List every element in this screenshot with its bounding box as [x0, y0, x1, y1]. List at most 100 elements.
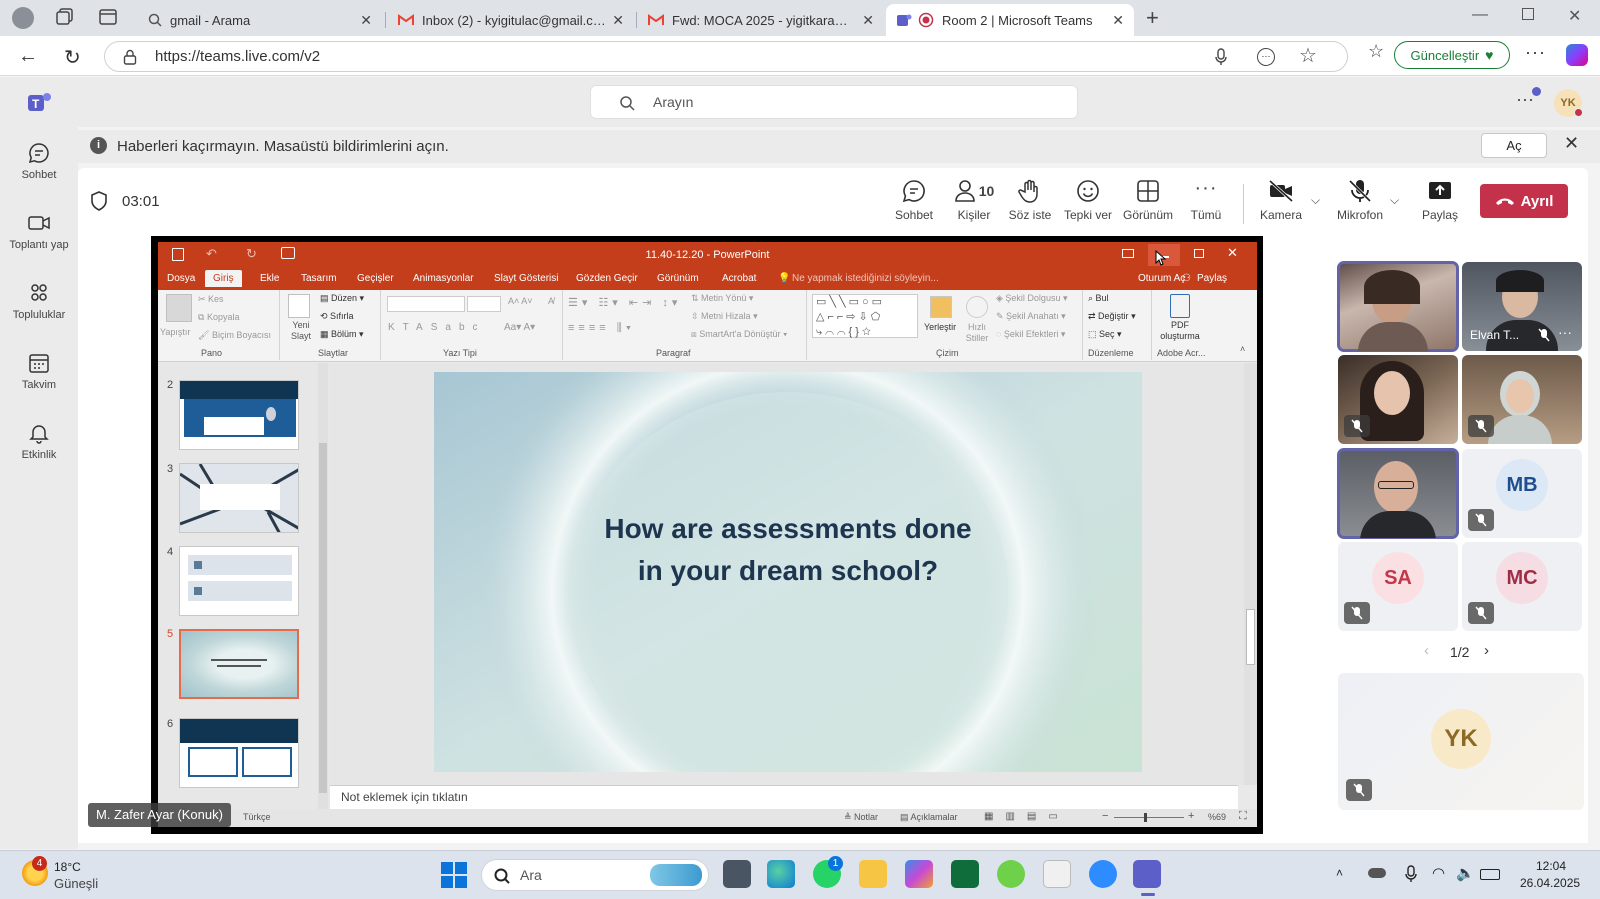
microphone-icon[interactable]: [1215, 48, 1227, 66]
participant-tile[interactable]: MB: [1462, 449, 1582, 538]
refresh-icon[interactable]: ↻: [64, 45, 81, 70]
participant-tile[interactable]: SA: [1338, 542, 1458, 631]
star-icon[interactable]: ☆: [1299, 43, 1317, 68]
font-size-field[interactable]: [467, 296, 501, 312]
zoom-slider[interactable]: [1114, 813, 1184, 822]
participant-tile[interactable]: MC: [1462, 542, 1582, 631]
slide-scrollbar[interactable]: [1244, 363, 1257, 785]
close-tab-icon[interactable]: ✕: [612, 12, 624, 29]
menu-review[interactable]: Gözden Geçir: [576, 273, 638, 284]
rail-item-chat[interactable]: Sohbet: [0, 141, 78, 181]
menu-slideshow[interactable]: Slayt Gösterisi: [494, 273, 558, 284]
previous-page-icon[interactable]: ‹: [1424, 642, 1429, 659]
align-buttons[interactable]: ≡≡≡≡ ⫼▾: [568, 322, 635, 335]
duolingo-icon[interactable]: [997, 860, 1025, 888]
section-button[interactable]: ▦ Bölüm ▾: [320, 329, 364, 340]
font-color-icon[interactable]: Aa▾ A▾: [504, 322, 535, 333]
tab-gmail-search[interactable]: gmail - Arama ✕: [138, 4, 382, 36]
current-slide[interactable]: How are assessments done in your dream s…: [434, 372, 1142, 772]
pdf-icon[interactable]: [1170, 294, 1190, 318]
file-explorer-icon[interactable]: [859, 860, 887, 888]
slide-title[interactable]: How are assessments done in your dream s…: [434, 508, 1142, 592]
volume-icon[interactable]: 🔈: [1456, 864, 1475, 882]
align-text-button[interactable]: ⇳ Metni Hizala ▾: [691, 311, 758, 322]
format-painter-button[interactable]: 🖌 Biçim Boyacısı: [198, 330, 271, 341]
close-window-icon[interactable]: ✕: [1568, 6, 1581, 26]
close-tab-icon[interactable]: ✕: [1112, 12, 1124, 29]
smartart-button[interactable]: ⧈ SmartArt'a Dönüştür ▾: [691, 329, 787, 340]
list-buttons[interactable]: ☰▾ ☷▾ ⇤⇥ ↕▾: [568, 296, 681, 309]
collections-icon[interactable]: [56, 8, 74, 26]
menu-file[interactable]: Dosya: [167, 273, 195, 284]
slide-thumbnail-3[interactable]: [179, 463, 299, 533]
wifi-icon[interactable]: ◠: [1432, 864, 1445, 882]
notes-pane[interactable]: Not eklemek için tıklatın: [330, 785, 1238, 809]
new-tab-icon[interactable]: +: [1146, 5, 1159, 31]
microphone-icon[interactable]: [1405, 865, 1417, 883]
copilot-icon[interactable]: [905, 860, 933, 888]
font-style-buttons[interactable]: KTASabc: [388, 322, 486, 333]
banner-close-icon[interactable]: ✕: [1564, 133, 1579, 154]
menu-insert[interactable]: Ekle: [260, 273, 279, 284]
cut-button[interactable]: ✂ Kes: [198, 294, 224, 305]
zoom-out-icon[interactable]: −: [1102, 810, 1108, 822]
self-view-tile[interactable]: YK: [1338, 673, 1584, 810]
participant-video[interactable]: Elvan T... ···: [1462, 262, 1582, 351]
update-button[interactable]: Güncelleştir ♥: [1394, 41, 1510, 69]
language-status[interactable]: Türkçe: [243, 812, 271, 822]
task-view-icon[interactable]: [723, 860, 751, 888]
font-name-field[interactable]: [387, 296, 465, 312]
find-button[interactable]: ⌕ Bul: [1088, 293, 1109, 304]
shape-outline-button[interactable]: ✎ Şekil Anahatı ▾: [996, 311, 1066, 322]
people-button[interactable]: 10 Kişiler: [942, 178, 1006, 222]
rail-item-communities[interactable]: Topluluklar: [0, 281, 78, 321]
chat-button[interactable]: Sohbet: [882, 178, 946, 222]
reading-icon[interactable]: ···: [1257, 48, 1275, 66]
onedrive-icon[interactable]: [1368, 868, 1386, 878]
rail-item-calendar[interactable]: Takvim: [0, 351, 78, 391]
participant-video[interactable]: [1462, 355, 1582, 444]
arrange-icon[interactable]: [930, 296, 952, 318]
fit-slide-icon[interactable]: ⛶: [1239, 810, 1247, 823]
menu-view[interactable]: Görünüm: [657, 273, 699, 284]
restore-window-icon[interactable]: [1194, 249, 1204, 258]
menu-transitions[interactable]: Geçişler: [357, 273, 394, 284]
layout-button[interactable]: ▤ Düzen ▾: [320, 293, 364, 304]
menu-animations[interactable]: Animasyonlar: [413, 273, 474, 284]
sign-in-link[interactable]: Oturum Aç: [1138, 273, 1185, 284]
arrange-label[interactable]: Yerleştir: [924, 322, 956, 332]
menu-design[interactable]: Tasarım: [301, 273, 337, 284]
select-button[interactable]: ⬚ Seç ▾: [1088, 329, 1122, 340]
slide-thumbnail-2[interactable]: [179, 380, 299, 450]
favorites-icon[interactable]: ☆: [1368, 41, 1384, 62]
tab-teams[interactable]: Room 2 | Microsoft Teams ✕: [886, 4, 1134, 36]
shape-effects-button[interactable]: ◌ Şekil Efektleri ▾: [996, 329, 1065, 340]
menu-home[interactable]: Giriş: [205, 270, 242, 287]
slide-thumbnail-4[interactable]: [179, 546, 299, 616]
new-slide-label[interactable]: Yeni Slayt: [287, 320, 315, 342]
microphone-button[interactable]: Mikrofon: [1328, 178, 1392, 222]
replace-button[interactable]: ⇄ Değiştir ▾: [1088, 311, 1136, 322]
copy-button[interactable]: ⧉ Kopyala: [198, 312, 239, 323]
menu-acrobat[interactable]: Acrobat: [722, 273, 756, 284]
clear-format-icon[interactable]: A̸: [548, 296, 554, 306]
tray-overflow-icon[interactable]: ˄: [1336, 866, 1343, 880]
paste-label[interactable]: Yapıştır: [160, 327, 190, 337]
participant-video[interactable]: [1337, 261, 1459, 352]
more-icon[interactable]: ···: [1525, 42, 1546, 63]
profile-icon[interactable]: [12, 7, 34, 29]
zoom-level[interactable]: %69: [1208, 812, 1226, 822]
edge-icon[interactable]: [767, 860, 795, 888]
next-page-icon[interactable]: ›: [1484, 642, 1489, 659]
ribbon-display-icon[interactable]: [1122, 249, 1134, 258]
clock-time[interactable]: 12:04: [1536, 859, 1566, 873]
tell-me-input[interactable]: Ne yapmak istediğinizi söyleyin...: [792, 273, 939, 284]
shape-fill-button[interactable]: ◈ Şekil Dolgusu ▾: [996, 293, 1067, 304]
quick-styles-label[interactable]: Hızlı Stiller: [963, 322, 991, 344]
zoom-icon[interactable]: [1089, 860, 1117, 888]
pdf-label[interactable]: PDF oluşturma: [1158, 320, 1202, 342]
close-window-icon[interactable]: ✕: [1227, 245, 1238, 261]
camera-button[interactable]: Kamera: [1249, 178, 1313, 222]
mic-options-chevron-icon[interactable]: ⌵: [1390, 193, 1399, 208]
quick-styles-icon[interactable]: [966, 296, 988, 318]
